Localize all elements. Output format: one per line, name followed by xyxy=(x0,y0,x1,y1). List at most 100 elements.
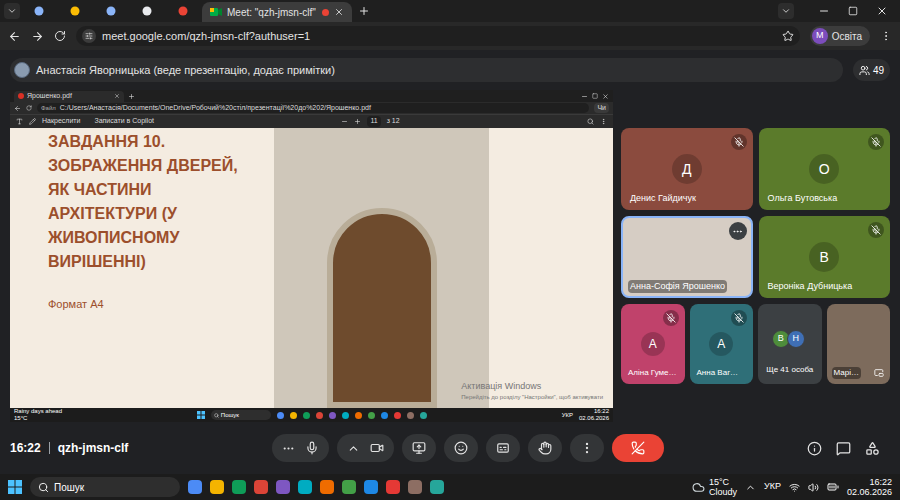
inner-language[interactable]: УКР xyxy=(562,411,573,420)
menu-icon[interactable] xyxy=(600,118,607,125)
inner-app-icon[interactable] xyxy=(303,412,310,419)
pip-icon[interactable] xyxy=(874,368,884,378)
taskbar-app-icon[interactable] xyxy=(430,480,444,494)
windows-logo-icon[interactable] xyxy=(8,480,22,494)
site-settings-icon[interactable] xyxy=(85,32,93,40)
wifi-icon[interactable] xyxy=(789,482,800,493)
people-count-button[interactable]: 49 xyxy=(853,59,890,81)
viewer-address-field[interactable]: ФайлC:/Users/Анастасія/Documents/OneDriv… xyxy=(37,103,589,113)
taskbar-app-icon[interactable] xyxy=(320,480,334,494)
close-icon[interactable] xyxy=(334,7,344,17)
browser-tab[interactable] xyxy=(130,2,164,20)
inner-app-icon[interactable] xyxy=(420,412,427,419)
camera-icon[interactable] xyxy=(370,441,384,455)
inner-app-icon[interactable] xyxy=(342,412,349,419)
reload-icon[interactable] xyxy=(54,30,66,42)
taskbar-app-icon[interactable] xyxy=(188,480,202,494)
inner-app-icon[interactable] xyxy=(407,412,414,419)
viewer-tab[interactable]: Ярошенко.pdf xyxy=(14,91,124,102)
inner-search[interactable]: Пошук xyxy=(211,410,271,420)
window-close-icon[interactable] xyxy=(602,93,609,100)
taskbar-app-icon[interactable] xyxy=(254,480,268,494)
tab-list-button[interactable] xyxy=(778,3,794,19)
copilot-button[interactable]: Записати в Copilot xyxy=(94,116,154,127)
inner-app-icon[interactable] xyxy=(316,412,323,419)
inner-app-icon[interactable] xyxy=(381,412,388,419)
taskbar-clock[interactable]: 16:2202.06.2026 xyxy=(847,477,892,497)
draw-icon[interactable] xyxy=(29,118,36,125)
back-icon[interactable] xyxy=(8,30,21,43)
profile-button[interactable]: MОсвіта xyxy=(810,26,870,46)
taskbar-search[interactable]: Пошук xyxy=(30,477,180,497)
inner-app-icon[interactable] xyxy=(329,412,336,419)
tray-overflow-icon[interactable] xyxy=(745,482,756,493)
info-icon[interactable] xyxy=(807,441,822,456)
inner-app-icon[interactable] xyxy=(394,412,401,419)
taskbar-app-icon[interactable] xyxy=(298,480,312,494)
taskbar-app-icon[interactable] xyxy=(342,480,356,494)
address-field[interactable]: meet.google.com/qzh-jmsn-clf?authuser=1 xyxy=(76,26,800,46)
participant-tile[interactable]: ДДенис Гайдичук xyxy=(621,128,753,210)
close-icon[interactable] xyxy=(114,93,120,99)
more-options-button[interactable] xyxy=(570,434,604,462)
taskbar-app-icon[interactable] xyxy=(386,480,400,494)
browser-menu-icon[interactable] xyxy=(880,30,892,42)
participant-tile[interactable]: Анна-Софія Ярошенко xyxy=(621,216,753,298)
inner-app-icon[interactable] xyxy=(368,412,375,419)
text-icon[interactable] xyxy=(16,118,23,125)
participant-tile[interactable]: ООльга Бутовська xyxy=(759,128,891,210)
captions-button[interactable] xyxy=(486,434,520,462)
browser-tab[interactable] xyxy=(94,2,128,20)
present-button[interactable] xyxy=(402,434,436,462)
maximize-icon[interactable] xyxy=(848,6,858,16)
inner-clock[interactable]: 16:2202.06.2026 xyxy=(579,408,609,422)
volume-icon[interactable] xyxy=(808,482,819,493)
taskbar-app-icon[interactable] xyxy=(408,480,422,494)
participant-tile[interactable]: ААліна Гуме… xyxy=(621,304,685,384)
taskbar-app-icon[interactable] xyxy=(232,480,246,494)
participant-tile[interactable]: ААнна Ваг… xyxy=(690,304,754,384)
participant-tile[interactable]: ВНЩе 41 особа xyxy=(758,304,822,384)
browser-tab[interactable] xyxy=(22,2,56,20)
leave-call-button[interactable] xyxy=(612,434,664,462)
back-icon[interactable] xyxy=(14,105,21,112)
language-indicator[interactable]: УКР xyxy=(764,480,781,494)
activities-icon[interactable] xyxy=(865,441,880,456)
zoom-in-icon[interactable] xyxy=(354,118,361,125)
reactions-button[interactable] xyxy=(444,434,478,462)
raise-hand-button[interactable] xyxy=(528,434,562,462)
tab-search-button[interactable] xyxy=(4,3,20,19)
participant-tile[interactable]: Марі… xyxy=(827,304,891,384)
tile-menu-button[interactable] xyxy=(729,222,747,240)
mic-group[interactable] xyxy=(272,434,329,462)
windows-logo-icon[interactable] xyxy=(197,411,205,419)
browser-tab[interactable] xyxy=(166,2,200,20)
taskbar-weather[interactable]: 15°CCloudy xyxy=(692,477,737,497)
new-tab-icon[interactable] xyxy=(358,5,370,17)
maximize-icon[interactable] xyxy=(592,93,598,99)
mic-icon[interactable] xyxy=(305,441,319,455)
audio-options-icon[interactable] xyxy=(282,442,295,455)
inner-app-icon[interactable] xyxy=(290,412,297,419)
zoom-out-icon[interactable] xyxy=(341,118,348,125)
reload-icon[interactable] xyxy=(26,105,32,111)
battery-icon[interactable] xyxy=(827,481,839,493)
taskbar-app-icon[interactable] xyxy=(210,480,224,494)
draw-button[interactable]: Накреслити xyxy=(42,116,80,127)
window-close-icon[interactable] xyxy=(876,5,888,17)
chat-icon[interactable] xyxy=(836,441,851,456)
taskbar-app-icon[interactable] xyxy=(364,480,378,494)
new-tab-icon[interactable] xyxy=(128,93,135,100)
star-icon[interactable] xyxy=(782,30,794,42)
search-icon[interactable] xyxy=(587,118,594,125)
video-options-icon[interactable] xyxy=(347,442,360,455)
taskbar-app-icon[interactable] xyxy=(276,480,290,494)
browser-tab[interactable]: Meet: "qzh-jmsn-clf" xyxy=(202,2,352,22)
browser-tab[interactable] xyxy=(58,2,92,20)
inner-app-icon[interactable] xyxy=(277,412,284,419)
chat-button[interactable]: Чи xyxy=(594,103,609,114)
forward-icon[interactable] xyxy=(31,30,44,43)
minimize-icon[interactable] xyxy=(818,5,830,17)
minimize-icon[interactable] xyxy=(581,93,588,100)
page-field[interactable]: 11 xyxy=(367,116,380,127)
